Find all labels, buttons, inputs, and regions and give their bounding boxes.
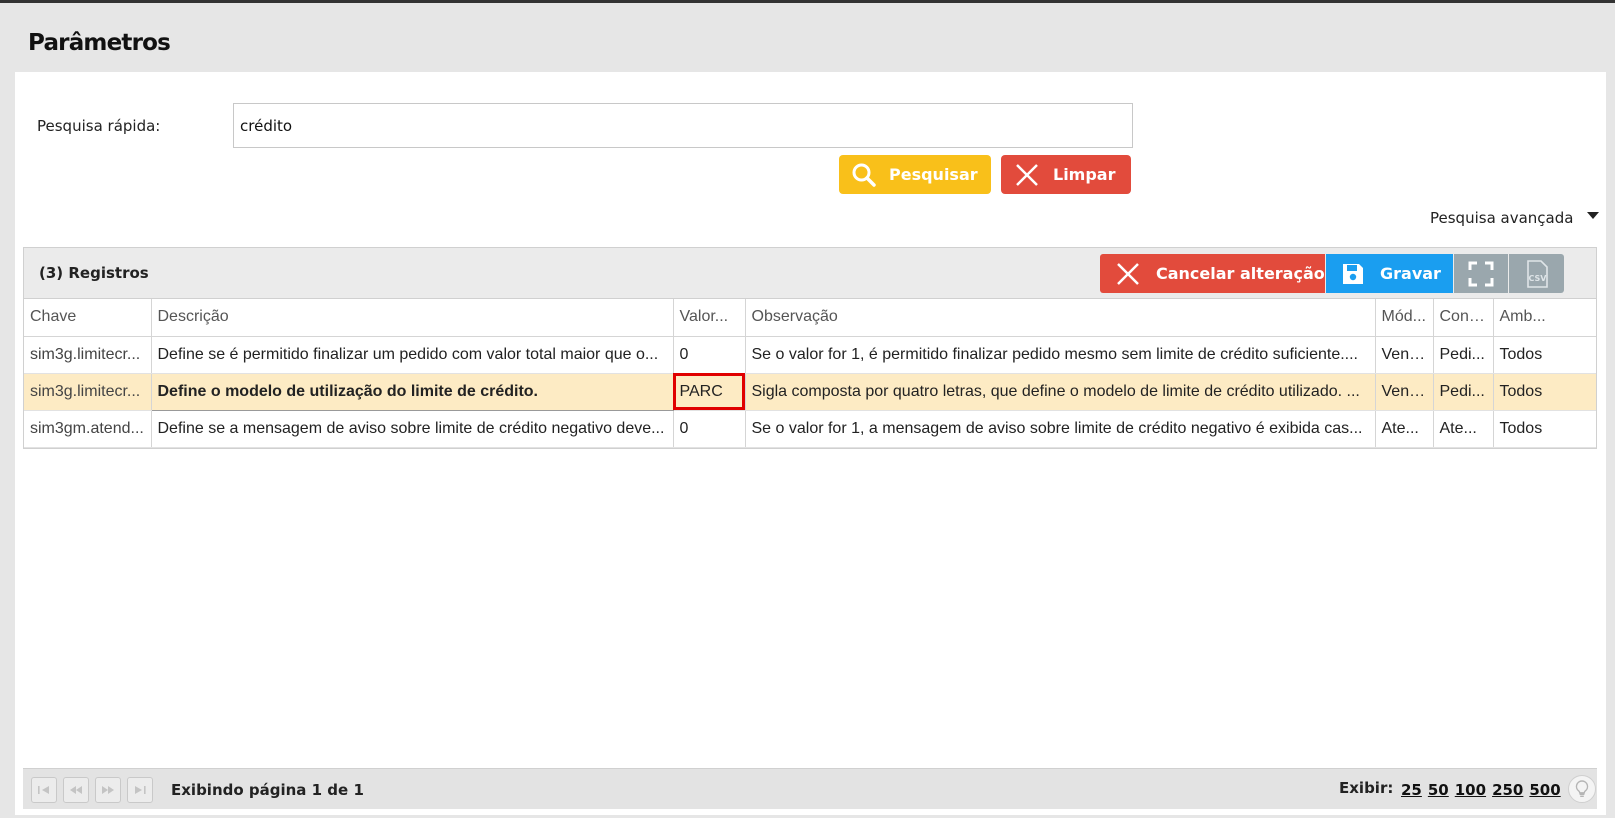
parameters-grid: (3) Registros Cancelar alteração Gravar … xyxy=(23,247,1597,449)
search-button[interactable]: Pesquisar xyxy=(839,155,991,194)
cell-ambiente[interactable]: Todos xyxy=(1493,410,1596,448)
cancel-changes-button[interactable]: Cancelar alteração xyxy=(1100,254,1325,293)
cell-valor-highlighted[interactable]: PARC xyxy=(673,373,746,411)
close-icon xyxy=(1001,162,1053,188)
advanced-search-label: Pesquisa avançada xyxy=(1430,209,1574,227)
expand-button[interactable] xyxy=(1454,254,1508,293)
help-button[interactable] xyxy=(1568,775,1596,803)
next-page-button[interactable] xyxy=(95,777,121,803)
advanced-search-toggle[interactable]: Pesquisa avançada xyxy=(1430,209,1600,227)
search-icon xyxy=(839,162,889,188)
cell-modulo[interactable]: Venda xyxy=(1375,336,1434,374)
cell-descricao[interactable]: Define se a mensagem de aviso sobre limi… xyxy=(151,410,674,448)
page-size-label: Exibir: xyxy=(1339,779,1394,797)
table-row[interactable]: sim3gm.atend... Define se a mensagem de … xyxy=(24,410,1596,448)
save-button-label: Gravar xyxy=(1380,264,1441,283)
svg-text:CSV: CSV xyxy=(1528,274,1547,283)
column-header-chave[interactable]: Chave xyxy=(24,299,152,337)
cell-observacao[interactable]: Se o valor for 1, a mensagem de aviso so… xyxy=(745,410,1376,448)
cell-observacao[interactable]: Sigla composta por quatro letras, que de… xyxy=(745,373,1376,411)
next-page-icon xyxy=(102,786,114,794)
page-size-250[interactable]: 250 xyxy=(1492,781,1523,799)
cell-contexto[interactable]: Ate... xyxy=(1433,410,1494,448)
page-size-50[interactable]: 50 xyxy=(1428,781,1449,799)
parameters-table: Chave Descrição Valor... Observação Mód.… xyxy=(24,299,1596,448)
column-header-modulo[interactable]: Mód... xyxy=(1375,299,1434,337)
cell-modulo[interactable]: Venda xyxy=(1375,373,1434,411)
page-info: Exibindo página 1 de 1 xyxy=(171,781,364,799)
cancel-changes-label: Cancelar alteração xyxy=(1156,264,1325,283)
last-page-icon xyxy=(135,786,146,794)
top-border xyxy=(0,0,1615,3)
save-icon xyxy=(1326,262,1380,286)
cell-ambiente[interactable]: Todos xyxy=(1493,336,1596,374)
clear-button[interactable]: Limpar xyxy=(1001,155,1131,194)
page-size-500[interactable]: 500 xyxy=(1529,781,1560,799)
records-count: (3) Registros xyxy=(39,264,149,282)
cell-chave[interactable]: sim3g.limitecr... xyxy=(24,373,152,411)
column-header-observacao[interactable]: Observação xyxy=(745,299,1376,337)
cell-valor[interactable]: 0 xyxy=(673,410,746,448)
close-icon xyxy=(1100,261,1156,287)
cell-chave[interactable]: sim3gm.atend... xyxy=(24,410,152,448)
cell-valor[interactable]: 0 xyxy=(673,336,746,374)
page-size-25[interactable]: 25 xyxy=(1401,781,1422,799)
export-csv-button[interactable]: CSV xyxy=(1509,254,1564,293)
pager-bar: Exibindo página 1 de 1 Exibir: 25 50 100… xyxy=(23,768,1597,809)
page-size-options: 25 50 100 250 500 xyxy=(1401,781,1561,799)
column-header-valor[interactable]: Valor... xyxy=(673,299,746,337)
clear-button-label: Limpar xyxy=(1053,165,1116,184)
prev-page-icon xyxy=(70,786,82,794)
table-row-selected[interactable]: sim3g.limitecr... Define o modelo de uti… xyxy=(24,372,1596,411)
first-page-icon xyxy=(38,786,49,794)
save-button[interactable]: Gravar xyxy=(1326,254,1453,293)
column-header-contexto[interactable]: Cont... xyxy=(1433,299,1494,337)
first-page-button[interactable] xyxy=(31,777,57,803)
cell-chave[interactable]: sim3g.limitecr... xyxy=(24,336,152,374)
quick-search-input[interactable] xyxy=(233,103,1133,148)
search-button-label: Pesquisar xyxy=(889,165,978,184)
expand-icon xyxy=(1468,261,1494,287)
prev-page-button[interactable] xyxy=(63,777,89,803)
last-page-button[interactable] xyxy=(127,777,153,803)
cell-contexto[interactable]: Pedi... xyxy=(1433,373,1494,411)
cell-observacao[interactable]: Se o valor for 1, é permitido finalizar … xyxy=(745,336,1376,374)
cell-modulo[interactable]: Ate... xyxy=(1375,410,1434,448)
table-row[interactable]: sim3g.limitecr... Define se é permitido … xyxy=(24,336,1596,374)
csv-icon: CSV xyxy=(1524,259,1550,288)
page-size-100[interactable]: 100 xyxy=(1455,781,1486,799)
grid-toolbar: (3) Registros Cancelar alteração Gravar … xyxy=(24,248,1596,299)
page-title: Parâmetros xyxy=(28,30,171,56)
column-header-ambiente[interactable]: Amb... xyxy=(1493,299,1596,337)
table-header-row: Chave Descrição Valor... Observação Mód.… xyxy=(24,299,1596,337)
column-header-descricao[interactable]: Descrição xyxy=(151,299,674,337)
lightbulb-icon xyxy=(1575,780,1589,797)
cell-descricao[interactable]: Define se é permitido finalizar um pedid… xyxy=(151,336,674,374)
quick-search-label: Pesquisa rápida: xyxy=(37,117,161,135)
caret-down-icon xyxy=(1587,211,1600,219)
cell-descricao[interactable]: Define o modelo de utilização do limite … xyxy=(150,372,674,411)
cell-ambiente[interactable]: Todos xyxy=(1493,373,1596,411)
cell-contexto[interactable]: Pedi... xyxy=(1433,336,1494,374)
